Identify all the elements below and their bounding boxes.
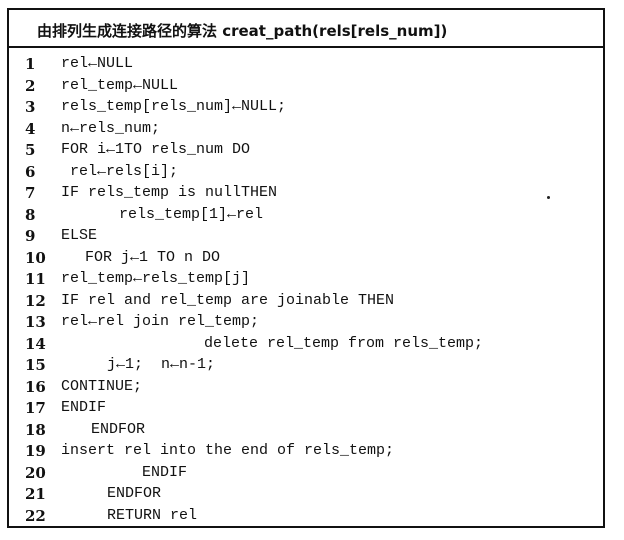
line-code: ENDFOR (107, 485, 162, 502)
line-number: 22 (25, 506, 46, 525)
code-line: 12 IF rel and rel_temp are joinable THEN (9, 291, 603, 313)
line-code: IF rel and rel_temp are joinable THEN (61, 291, 395, 309)
code-listing: 1 rel←NULL 2 rel_temp←NULL 3 rels_temp[r… (9, 54, 603, 527)
line-code: rel_temp←rels_temp[j] (61, 270, 251, 287)
line-number: 6 (25, 162, 36, 181)
line-code: ENDIF (142, 463, 188, 481)
stray-mark (547, 196, 550, 199)
line-number: 14 (25, 334, 46, 353)
line-number: 1 (25, 55, 36, 73)
code-line: 14 delete rel_temp from rels_temp; (9, 334, 603, 356)
line-number: 21 (25, 485, 46, 503)
line-code: rel←NULL (61, 55, 134, 72)
line-code: ENDIF (61, 399, 107, 416)
line-code: rels_temp[1]←rel (119, 205, 264, 223)
line-code: rels_temp[rels_num]←NULL; (61, 98, 287, 115)
code-line: 15 j←1; n←n-1; (9, 355, 603, 377)
code-line: 13 rel←rel join rel_temp; (9, 312, 603, 334)
line-number: 2 (25, 76, 36, 95)
line-number: 8 (25, 205, 36, 224)
line-number: 10 (25, 248, 46, 267)
line-code: RETURN rel (107, 506, 198, 524)
code-line: 17 ENDIF (9, 398, 603, 420)
code-line: 19 insert rel into the end of rels_temp; (9, 441, 603, 463)
algorithm-title-bar: 由排列生成连接路径的算法 creat_path(rels[rels_num]) (9, 10, 603, 48)
line-code: FOR j←1 TO n DO (85, 248, 221, 266)
line-code: CONTINUE; (61, 377, 143, 395)
line-number: 13 (25, 313, 46, 331)
code-line: 4 n←rels_num; (9, 119, 603, 141)
line-code: ENDFOR (91, 420, 146, 438)
code-line: 22 RETURN rel (9, 506, 603, 528)
line-number: 12 (25, 291, 46, 310)
line-number: 18 (25, 420, 46, 439)
code-line: 6 rel←rels[i]; (9, 162, 603, 184)
line-code: ELSE (61, 227, 98, 244)
algorithm-box: 由排列生成连接路径的算法 creat_path(rels[rels_num]) … (7, 8, 605, 528)
line-number: 5 (25, 141, 36, 159)
line-number: 19 (25, 442, 46, 460)
line-code: delete rel_temp from rels_temp; (204, 334, 484, 352)
line-code: n←rels_num; (61, 119, 161, 137)
line-code: rel←rel join rel_temp; (61, 313, 260, 330)
line-number: 7 (25, 184, 36, 202)
code-line: 16 CONTINUE; (9, 377, 603, 399)
code-line: 9 ELSE (9, 226, 603, 248)
line-number: 9 (25, 227, 36, 245)
algorithm-title: 由排列生成连接路径的算法 creat_path(rels[rels_num]) (37, 22, 448, 40)
code-line: 1 rel←NULL (9, 54, 603, 76)
line-code: rel←rels[i]; (70, 162, 179, 180)
line-number: 11 (25, 270, 46, 288)
line-code: j←1; n←n-1; (107, 356, 216, 373)
code-line: 21 ENDFOR (9, 484, 603, 506)
line-code: IF rels_temp is nullTHEN (61, 184, 278, 201)
line-number: 4 (25, 119, 36, 138)
line-code: FOR i←1TO rels_num DO (61, 141, 251, 158)
code-line: 20 ENDIF (9, 463, 603, 485)
line-number: 17 (25, 399, 46, 417)
code-line: 7 IF rels_temp is nullTHEN (9, 183, 603, 205)
code-line: 18 ENDFOR (9, 420, 603, 442)
code-line: 3 rels_temp[rels_num]←NULL; (9, 97, 603, 119)
line-number: 16 (25, 377, 46, 396)
code-line: 10 FOR j←1 TO n DO (9, 248, 603, 270)
code-line: 11 rel_temp←rels_temp[j] (9, 269, 603, 291)
code-line: 5 FOR i←1TO rels_num DO (9, 140, 603, 162)
code-line: 8 rels_temp[1]←rel (9, 205, 603, 227)
line-code: insert rel into the end of rels_temp; (61, 442, 395, 459)
line-number: 3 (25, 98, 36, 116)
line-number: 20 (25, 463, 46, 482)
code-line: 2 rel_temp←NULL (9, 76, 603, 98)
line-code: rel_temp←NULL (61, 76, 179, 94)
line-number: 15 (25, 356, 46, 374)
